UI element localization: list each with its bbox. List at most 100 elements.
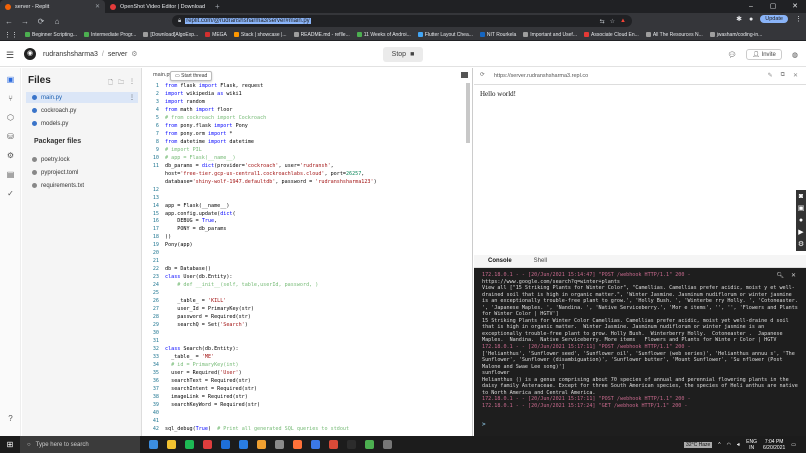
editor-scrollbar[interactable] <box>466 83 470 143</box>
windows-start-icon[interactable]: ⊞ <box>0 440 20 449</box>
code-line[interactable]: 5# from cockroach import Cockroach <box>143 115 471 123</box>
code-text[interactable]: searchKeyWord = Required(str) <box>165 402 260 410</box>
code-line[interactable]: 1from flask import Flask, request <box>143 83 471 91</box>
secrets-icon[interactable]: ▤ <box>5 169 16 180</box>
code-line[interactable]: 38 imageLink = Required(str) <box>143 394 471 402</box>
file-item-requirements-txt[interactable]: requirements.txt <box>26 180 138 191</box>
code-line[interactable]: 11db_params = dict(provider='cockroach',… <box>143 163 471 171</box>
new-folder-icon[interactable]: 🗀︎ <box>118 78 124 88</box>
code-text[interactable]: from datetime import datetime <box>165 139 254 147</box>
code-line[interactable]: 39 searchKeyWord = Required(str) <box>143 402 471 410</box>
chevron-up-icon[interactable]: ^ <box>718 442 720 448</box>
code-line[interactable]: 34 # id = PrimaryKey(int) <box>143 362 471 370</box>
code-text[interactable]: imageLink = Required(str) <box>165 394 248 402</box>
code-line[interactable]: 3import random <box>143 99 471 107</box>
console-output[interactable]: 172.18.0.1 - - [20/Jun/2021 15:14:47] "P… <box>482 272 798 409</box>
bookmark-item[interactable]: All The Resources N... <box>646 32 703 38</box>
file-item-pyproject-toml[interactable]: pyproject.toml <box>26 167 138 178</box>
bookmark-star-icon[interactable]: ☆ <box>610 18 615 25</box>
reload-icon[interactable]: ⟳ <box>480 72 485 78</box>
bookmark-item[interactable]: Beginner Scripting... <box>25 32 77 38</box>
code-line[interactable]: 25 <box>143 290 471 298</box>
code-text[interactable]: from pony.orm import * <box>165 131 233 139</box>
back-icon[interactable]: ← <box>4 17 14 26</box>
code-text[interactable]: from flask import Flask, request <box>165 83 263 91</box>
code-editor[interactable]: main.py ▭ Start thread 1from flask impor… <box>143 68 473 436</box>
invite-button[interactable]: 👤︎ Invite <box>746 49 782 60</box>
taskbar-app-icon[interactable] <box>293 440 302 449</box>
tab-console[interactable]: Console <box>488 258 512 264</box>
bookmark-item[interactable]: Intermediate Progr... <box>84 32 136 38</box>
code-line[interactable]: 27 user_Id = PrimaryKey(str) <box>143 306 471 314</box>
bookmark-item[interactable]: jwasham/coding-in... <box>710 32 763 38</box>
code-text[interactable]: # from cockroach import Cockroach <box>165 115 266 123</box>
new-tab-icon[interactable]: + <box>210 2 225 11</box>
browser-tab-replit[interactable]: server - Replit ✕ <box>0 0 105 13</box>
close-window-icon[interactable]: ✕ <box>784 0 806 13</box>
taskbar-app-icon[interactable] <box>203 440 212 449</box>
bookmark-item[interactable]: Important and Usef... <box>523 32 577 38</box>
code-line[interactable]: 2import wikipedia as wiki1 <box>143 91 471 99</box>
screenshot-icon[interactable]: ▣ <box>797 204 805 213</box>
bookmark-item[interactable]: README.md - reflle... <box>294 32 350 38</box>
bookmark-item[interactable]: Flutter Layout Chea... <box>418 32 473 38</box>
close-icon[interactable]: ✕ <box>793 72 798 79</box>
hamburger-menu-icon[interactable]: ☰ <box>6 50 14 61</box>
version-control-icon[interactable]: ⑂ <box>5 93 16 104</box>
replit-logo-icon[interactable]: ◉ <box>24 48 36 60</box>
profile-avatar-icon[interactable]: ● <box>749 16 753 23</box>
code-text[interactable]: )) <box>165 234 171 242</box>
code-text[interactable]: Pony(app) <box>165 242 193 250</box>
code-text[interactable]: host='free-tier.gcp-us-central1.cockroac… <box>165 171 364 179</box>
code-text[interactable]: from pony.flask import Pony <box>165 123 248 131</box>
taskbar-app-icon[interactable] <box>221 440 230 449</box>
code-line[interactable]: 24 # def __init__(self, table,userId, pa… <box>143 282 471 290</box>
code-line[interactable]: 30 <box>143 330 471 338</box>
code-line[interactable]: 17 PONY = db_params <box>143 226 471 234</box>
notification-icon[interactable]: ▭ <box>791 442 796 448</box>
code-line[interactable]: 18)) <box>143 234 471 242</box>
camera-icon[interactable]: ◙ <box>797 192 805 201</box>
unit-tests-icon[interactable]: ✓ <box>5 188 16 199</box>
taskbar-app-icon[interactable] <box>167 440 176 449</box>
code-line[interactable]: 10# app = Flask(__name__) <box>143 155 471 163</box>
forward-icon[interactable]: → <box>20 17 30 26</box>
start-thread-tooltip[interactable]: ▭ Start thread <box>170 71 212 81</box>
update-button[interactable]: Update <box>760 15 788 23</box>
file-item-poetry-lock[interactable]: poetry.lock <box>26 154 138 165</box>
taskbar-app-icon[interactable] <box>275 440 284 449</box>
code-text[interactable]: user = Required('User') <box>165 370 242 378</box>
code-line[interactable]: database='shiny-wolf-1947.defaultdb', pa… <box>143 179 471 187</box>
home-icon[interactable]: ⌂ <box>52 17 62 26</box>
translate-icon[interactable]: ⇆ <box>600 18 605 25</box>
bookmark-item[interactable]: 11 Weeks of Androi... <box>357 32 411 38</box>
chat-icon[interactable]: 💬︎ <box>727 51 736 59</box>
code-text[interactable]: searchQ = Set('Search') <box>165 322 248 330</box>
repl-settings-icon[interactable]: ⚙ <box>131 50 137 58</box>
breadcrumb-repl[interactable]: server <box>108 51 127 58</box>
user-avatar[interactable]: ◍ <box>792 51 798 59</box>
maximize-icon[interactable]: ▢ <box>762 0 784 13</box>
code-line[interactable]: 4from math import floor <box>143 107 471 115</box>
code-line[interactable]: 32class Search(db.Entity): <box>143 346 471 354</box>
browser-tab-openshot[interactable]: OpenShot Video Editor | Download ✕ <box>105 0 210 13</box>
wifi-icon[interactable]: ◠ <box>727 442 731 448</box>
settings-icon[interactable]: ⚙ <box>5 150 16 161</box>
code-text[interactable]: sql_debug(True) # Print all generated SQ… <box>165 426 349 434</box>
file-item-main-py[interactable]: main.py ⋮ <box>26 92 138 103</box>
code-line[interactable]: 42sql_debug(True) # Print all generated … <box>143 426 471 434</box>
edit-icon[interactable]: ✎ <box>768 72 773 79</box>
new-file-icon[interactable]: 🗋︎ <box>108 78 113 88</box>
code-line[interactable]: 14app = Flask(__name__) <box>143 203 471 211</box>
bookmark-item[interactable]: NIT Rourkela <box>480 32 516 38</box>
taskbar-app-icon[interactable] <box>311 440 320 449</box>
close-icon[interactable]: ✕ <box>95 3 100 10</box>
code-text[interactable]: password = Required(str) <box>165 314 251 322</box>
code-text[interactable]: DEBUG = True, <box>165 218 217 226</box>
code-text[interactable]: PONY = db_params <box>165 226 226 234</box>
code-line[interactable]: 41 <box>143 418 471 426</box>
tab-shell[interactable]: Shell <box>534 258 547 264</box>
code-lines[interactable]: 1from flask import Flask, request2import… <box>143 83 471 434</box>
taskbar-app-icon[interactable] <box>347 440 356 449</box>
code-line[interactable]: 40 <box>143 410 471 418</box>
